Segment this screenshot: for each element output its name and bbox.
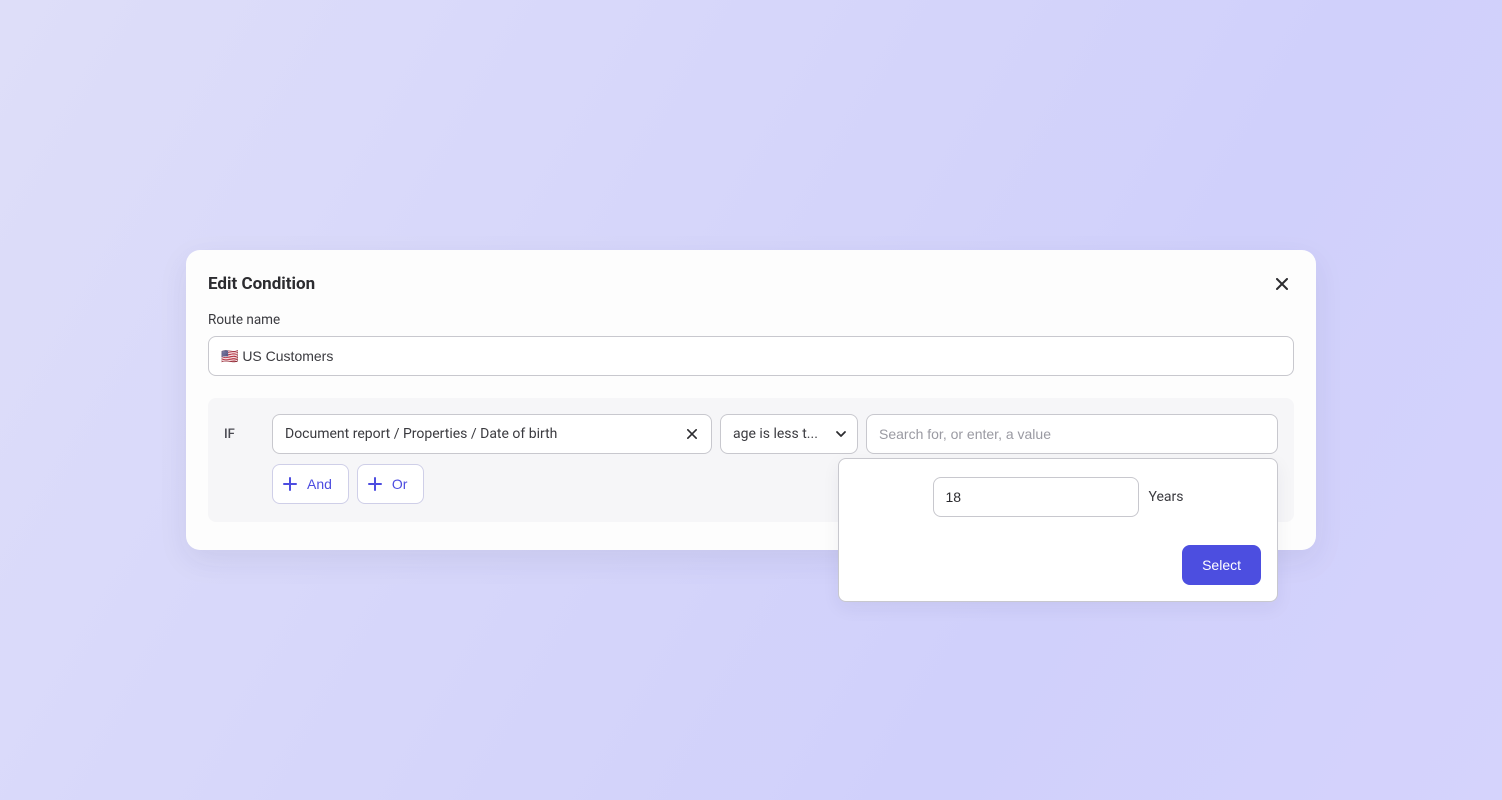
age-value-input[interactable]: [933, 477, 1139, 517]
route-name-input[interactable]: [208, 336, 1294, 376]
and-label: And: [307, 476, 332, 492]
plus-icon: [368, 477, 382, 491]
operator-value: age is less t...: [733, 426, 829, 442]
plus-icon: [283, 477, 297, 491]
if-label: IF: [224, 427, 264, 442]
dialog-title: Edit Condition: [208, 274, 315, 294]
age-value-row: Years: [855, 477, 1261, 517]
operator-select[interactable]: age is less t...: [720, 414, 858, 454]
close-button[interactable]: [1270, 272, 1294, 296]
close-icon: [1276, 278, 1288, 290]
select-row: Select: [855, 545, 1261, 585]
condition-block: IF Document report / Properties / Date o…: [208, 398, 1294, 522]
condition-row: IF Document report / Properties / Date o…: [224, 414, 1278, 454]
edit-condition-dialog: Edit Condition Route name IF Document re…: [186, 250, 1316, 550]
chevron-down-icon: [835, 428, 847, 440]
add-or-button[interactable]: Or: [357, 464, 425, 504]
value-input[interactable]: [866, 414, 1278, 454]
clear-property-button[interactable]: [683, 425, 701, 443]
age-unit-label: Years: [1149, 489, 1184, 505]
value-input-wrap: [866, 414, 1278, 454]
route-name-label: Route name: [208, 312, 1294, 328]
age-dropdown-panel: Years Select: [838, 458, 1278, 602]
dialog-header: Edit Condition: [208, 272, 1294, 296]
add-and-button[interactable]: And: [272, 464, 349, 504]
close-icon: [687, 429, 697, 439]
select-button[interactable]: Select: [1182, 545, 1261, 585]
property-value: Document report / Properties / Date of b…: [285, 426, 683, 442]
property-select[interactable]: Document report / Properties / Date of b…: [272, 414, 712, 454]
or-label: Or: [392, 476, 408, 492]
